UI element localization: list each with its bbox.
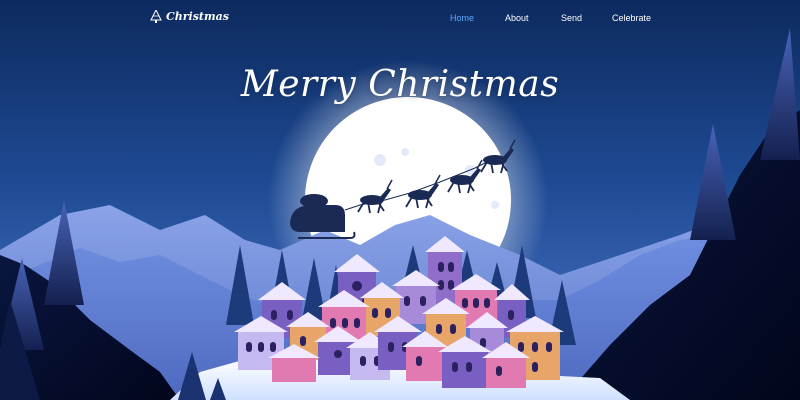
top-navigation: Christmas Home About Send Celebrate — [0, 0, 800, 38]
brand-logo[interactable]: Christmas — [150, 10, 229, 23]
brand-name: Christmas — [166, 10, 229, 23]
nav-link-celebrate[interactable]: Celebrate — [612, 13, 651, 23]
christmas-tree-icon — [150, 10, 162, 23]
nav-link-about[interactable]: About — [505, 13, 529, 23]
winter-village-illustration — [0, 0, 800, 400]
nav-link-send[interactable]: Send — [561, 13, 582, 23]
christmas-landing-page: Christmas Home About Send Celebrate Merr… — [0, 0, 800, 400]
nav-link-home[interactable]: Home — [450, 13, 474, 23]
hero-title: Merry Christmas — [240, 64, 560, 105]
